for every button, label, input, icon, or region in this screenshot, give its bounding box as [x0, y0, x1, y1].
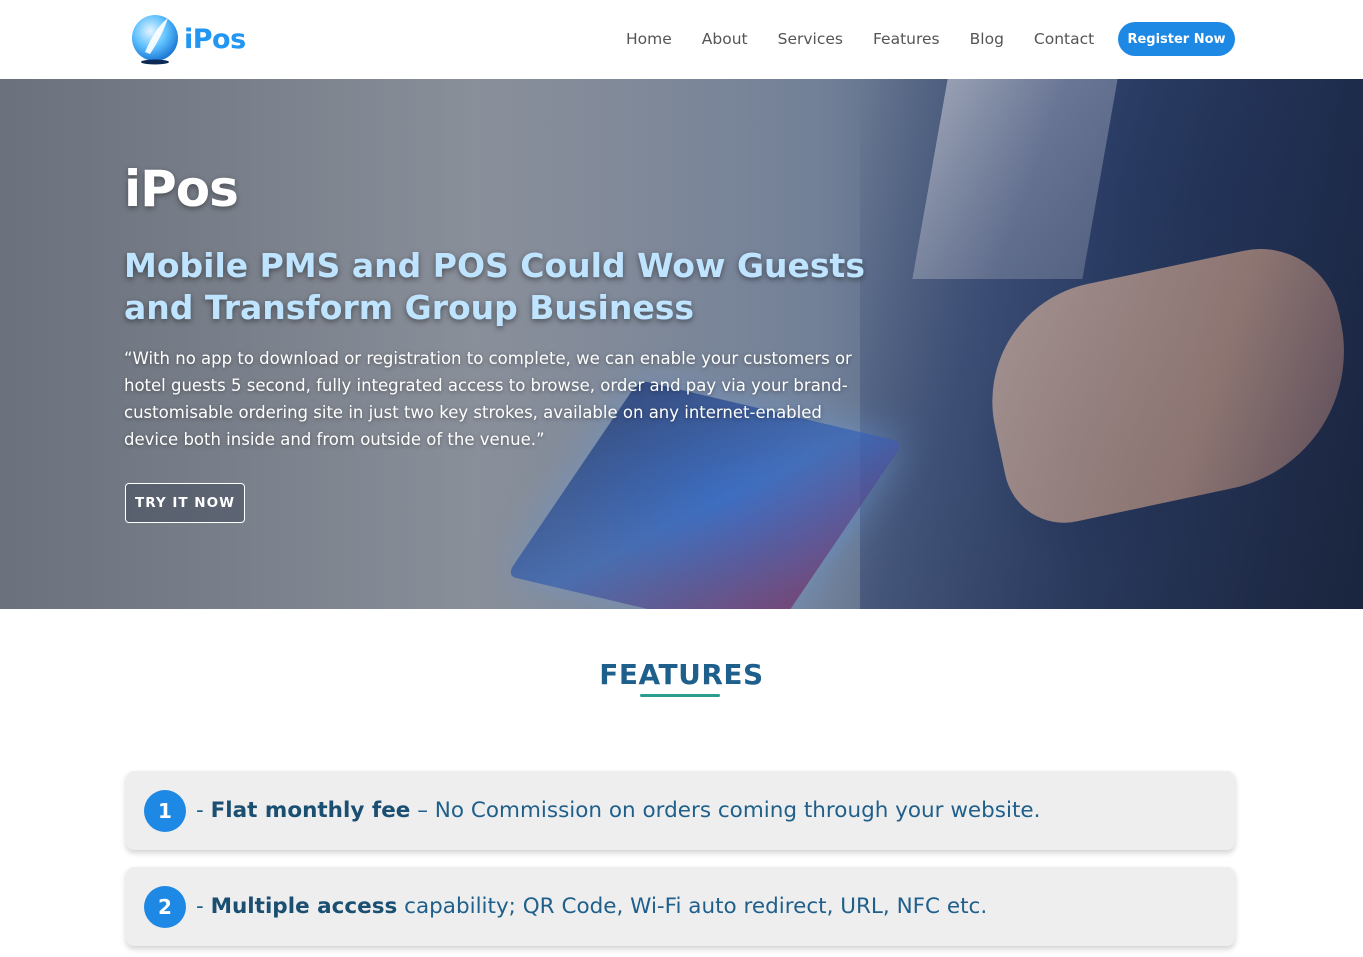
- feature-text: - Flat monthly fee – No Commission on or…: [196, 798, 1040, 823]
- feature-card-1: 1 - Flat monthly fee – No Commission on …: [126, 771, 1235, 850]
- hero-quote: “With no app to download or registration…: [124, 349, 852, 449]
- logo-text: iPos: [184, 23, 246, 55]
- feature-rest: capability; QR Code, Wi-Fi auto redirect…: [397, 894, 988, 919]
- hero-banner: [0, 79, 1363, 609]
- nav-features[interactable]: Features: [858, 30, 955, 48]
- main-nav: Home About Services Features Blog Contac…: [611, 22, 1109, 56]
- hero-overlay: [0, 79, 1363, 609]
- feature-text: - Multiple access capability; QR Code, W…: [196, 894, 987, 919]
- nav-blog[interactable]: Blog: [955, 30, 1019, 48]
- feature-rest: – No Commission on orders coming through…: [410, 798, 1041, 823]
- feature-card-2: 2 - Multiple access capability; QR Code,…: [126, 867, 1235, 946]
- hero-subtitle: Mobile PMS and POS Could Wow Guests and …: [124, 246, 865, 327]
- feature-prefix: -: [196, 894, 211, 919]
- features-heading: FEATURES: [599, 658, 764, 691]
- logo-globe-icon: [132, 15, 178, 65]
- feature-number-badge: 1: [144, 789, 186, 832]
- register-now-button[interactable]: Register Now: [1118, 22, 1235, 56]
- nav-contact[interactable]: Contact: [1019, 30, 1109, 48]
- nav-about[interactable]: About: [687, 30, 763, 48]
- try-it-now-button[interactable]: TRY IT NOW: [125, 483, 245, 523]
- features-heading-underline: [640, 694, 720, 697]
- hero-title: iPos: [124, 160, 239, 218]
- site-header: iPos Home About Services Features Blog C…: [0, 0, 1363, 79]
- feature-number-badge: 2: [144, 885, 186, 928]
- logo[interactable]: iPos: [128, 12, 246, 66]
- feature-bold: Flat monthly fee: [210, 798, 411, 823]
- nav-services[interactable]: Services: [763, 30, 858, 48]
- feature-prefix: -: [196, 798, 211, 823]
- feature-bold: Multiple access: [210, 894, 398, 919]
- nav-home[interactable]: Home: [611, 30, 687, 48]
